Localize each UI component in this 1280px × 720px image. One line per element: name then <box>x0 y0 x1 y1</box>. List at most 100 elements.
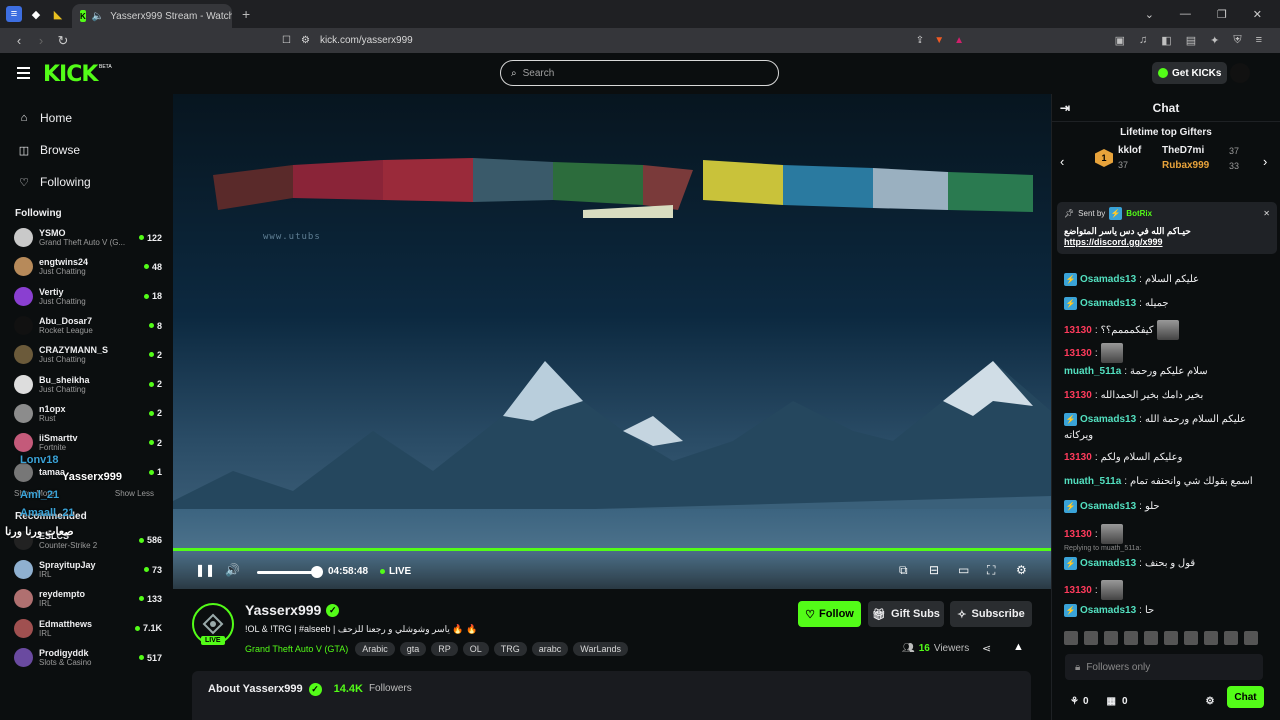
reader-icon[interactable]: ▣ <box>1115 34 1125 47</box>
show-less-link[interactable]: Show Less <box>115 489 154 501</box>
channel-item[interactable]: Abu_Dosar7 Rocket League 8 <box>0 311 172 340</box>
chat-message[interactable]: ⚡ Osamads13: حلو <box>1064 500 1160 513</box>
chat-message[interactable]: ⚡ Osamads13: حا <box>1064 604 1154 617</box>
chat-message[interactable]: 13130: <box>1064 343 1123 363</box>
gift-subs-button[interactable]: 🎁︎ Gift Subs <box>868 601 944 627</box>
stream-tag[interactable]: gta <box>399 642 427 656</box>
chat-message[interactable]: ⚡ Osamads13: قول و بحنف <box>1064 557 1195 570</box>
chat-message[interactable]: 13130: وعليكم السلام ولكم <box>1064 452 1182 463</box>
stream-tag[interactable]: Arabic <box>355 642 395 656</box>
category-link[interactable]: Grand Theft Auto V (GTA) <box>245 644 348 654</box>
vpn-icon[interactable]: ⛨ <box>1233 34 1241 47</box>
chat-username[interactable]: 13130 <box>1064 325 1092 336</box>
emote-icon[interactable] <box>1244 631 1258 645</box>
chat-message[interactable]: ⚡ Osamads13: عليكم السلام <box>1064 273 1199 286</box>
clip-icon[interactable]: ⊟ <box>929 563 939 577</box>
stream-tag[interactable]: OL <box>462 642 489 656</box>
menu-icon[interactable]: ≡ <box>1256 34 1262 47</box>
chat-username[interactable]: 13130 <box>1064 529 1092 540</box>
emote-icon[interactable] <box>1184 631 1198 645</box>
chat-username[interactable]: Osamads13 <box>1080 558 1136 569</box>
send-chat-button[interactable]: Chat <box>1227 686 1264 708</box>
chat-message[interactable]: 13130: كيفكمممم؟؟ <box>1064 320 1179 340</box>
streamer-name[interactable]: Yasserx999 ✓ <box>245 602 340 618</box>
volume-slider[interactable] <box>257 571 317 574</box>
chat-username[interactable]: Osamads13 <box>1080 605 1136 616</box>
new-tab-icon[interactable]: + <box>242 6 250 22</box>
gifter-name[interactable]: TheD7mi <box>1162 145 1204 156</box>
emote-icon[interactable] <box>1084 631 1098 645</box>
emote-icon[interactable] <box>1204 631 1218 645</box>
channel-item[interactable]: tamaa 1 <box>0 457 172 486</box>
chat-message[interactable]: muath_511a: سلام عليكم ورحمة <box>1064 366 1208 377</box>
reload-icon[interactable]: ↻ <box>52 33 74 49</box>
pinned-tab-icon[interactable]: ◆ <box>28 6 44 22</box>
channel-item[interactable]: iiSmarttv Fortnite 2 <box>0 428 172 457</box>
emote-icon[interactable] <box>1124 631 1138 645</box>
show-more-link[interactable]: Show More <box>14 489 54 501</box>
wallet-icon[interactable]: ▤ <box>1186 34 1196 47</box>
chat-message[interactable]: ⚡ Osamads13: عليكم السلام ورحمة الله <box>1064 413 1246 426</box>
chat-username[interactable]: Osamads13 <box>1080 501 1136 512</box>
chat-settings-icon[interactable]: ⚙ <box>1206 696 1215 707</box>
chat-username[interactable]: Osamads13 <box>1080 274 1136 285</box>
music-icon[interactable]: ♫ <box>1139 34 1147 47</box>
forward-icon[interactable]: › <box>30 33 52 48</box>
search-input[interactable]: ⌕ Search <box>500 60 779 86</box>
channel-item[interactable]: Prodigyddk Slots & Casino 517 <box>0 643 172 672</box>
sidebar-nav-home[interactable]: ⌂ Home <box>0 102 172 134</box>
subscribe-button[interactable]: ✧ Subscribe <box>950 601 1032 627</box>
pinned-tab-icon-2[interactable]: ◣ <box>50 6 66 22</box>
rewards-icon[interactable]: ▲ <box>954 35 964 46</box>
fullscreen-icon[interactable]: ⛶ <box>987 563 995 578</box>
report-warning-icon[interactable]: ▲ <box>1013 641 1024 653</box>
channel-item[interactable]: YSMO Grand Theft Auto V (G... 122 <box>0 223 172 252</box>
emote-icon[interactable] <box>1064 631 1078 645</box>
playback-progress-bar[interactable] <box>173 548 1051 551</box>
emote-icon[interactable] <box>1104 631 1118 645</box>
tab-list-icon[interactable]: ⌄ <box>1145 8 1154 21</box>
chat-username[interactable]: Osamads13 <box>1080 414 1136 425</box>
channel-item[interactable]: reydempto IRL 133 <box>0 584 172 613</box>
gifter-name[interactable]: kklof <box>1118 145 1141 156</box>
collapse-chat-icon[interactable]: ⇥ <box>1060 101 1070 115</box>
chat-username[interactable]: Osamads13 <box>1080 298 1136 309</box>
window-close-icon[interactable]: ✕ <box>1253 8 1262 21</box>
chat-message[interactable]: 13130: <box>1064 580 1123 600</box>
share-page-icon[interactable]: ⇪ <box>916 35 924 46</box>
channel-item[interactable]: ESLCS Counter-Strike 2 586 <box>0 526 172 555</box>
volume-icon[interactable]: 🔊 <box>225 563 240 577</box>
unpin-icon[interactable]: ✕ <box>1263 209 1270 218</box>
emote-icon[interactable] <box>1164 631 1178 645</box>
chat-input[interactable]: 🔒︎ Followers only <box>1065 654 1263 680</box>
get-kicks-button[interactable]: Get KICKs <box>1152 62 1228 84</box>
stream-tag[interactable]: RP <box>431 642 458 656</box>
chat-username[interactable]: muath_511a <box>1064 366 1121 377</box>
kick-logo[interactable]: KICK <box>43 62 98 87</box>
gifter-name[interactable]: Rubax999 <box>1162 160 1209 171</box>
channel-item[interactable]: n1opx Rust 2 <box>0 399 172 428</box>
speaker-icon[interactable]: 🔈 <box>92 11 104 22</box>
tab-search-icon[interactable]: ≡ <box>6 6 22 22</box>
pause-icon[interactable]: ❚❚ <box>195 563 215 577</box>
pip-icon[interactable]: ⧉ <box>899 563 908 578</box>
extensions-icon[interactable]: ✦ <box>1210 34 1219 47</box>
chat-username[interactable]: 13130 <box>1064 348 1092 359</box>
video-player[interactable]: www.utubs ❚❚ 🔊 04:58:48 LIVE ⧉ ⊟ ▭ ⛶ ⚙ <box>173 94 1051 589</box>
stream-tag[interactable]: WarLands <box>573 642 628 656</box>
follow-button[interactable]: ♡ Follow <box>798 601 861 627</box>
site-info-icon[interactable]: ⚙ <box>301 35 310 46</box>
channel-item[interactable]: Vertiy Just Chatting 18 <box>0 282 172 311</box>
emote-icon[interactable] <box>1144 631 1158 645</box>
chevron-right-icon[interactable]: › <box>1263 154 1267 169</box>
chat-message[interactable]: ⚡ Osamads13: جميله <box>1064 297 1169 310</box>
bookmark-icon[interactable]: ☐ <box>282 35 291 46</box>
chat-message[interactable]: 13130: <box>1064 524 1123 544</box>
back-icon[interactable]: ‹ <box>8 33 30 48</box>
chest-icon[interactable]: ▦ <box>1107 696 1116 707</box>
settings-gear-icon[interactable]: ⚙ <box>1016 563 1027 577</box>
channel-item[interactable]: engtwins24 Just Chatting 48 <box>0 252 172 281</box>
chat-message[interactable]: muath_511a: اسمع بقولك شي وانحنفه تمام <box>1064 476 1253 487</box>
channel-item[interactable]: CRAZYMANN_S Just Chatting 2 <box>0 340 172 369</box>
stream-tag[interactable]: TRG <box>493 642 527 656</box>
